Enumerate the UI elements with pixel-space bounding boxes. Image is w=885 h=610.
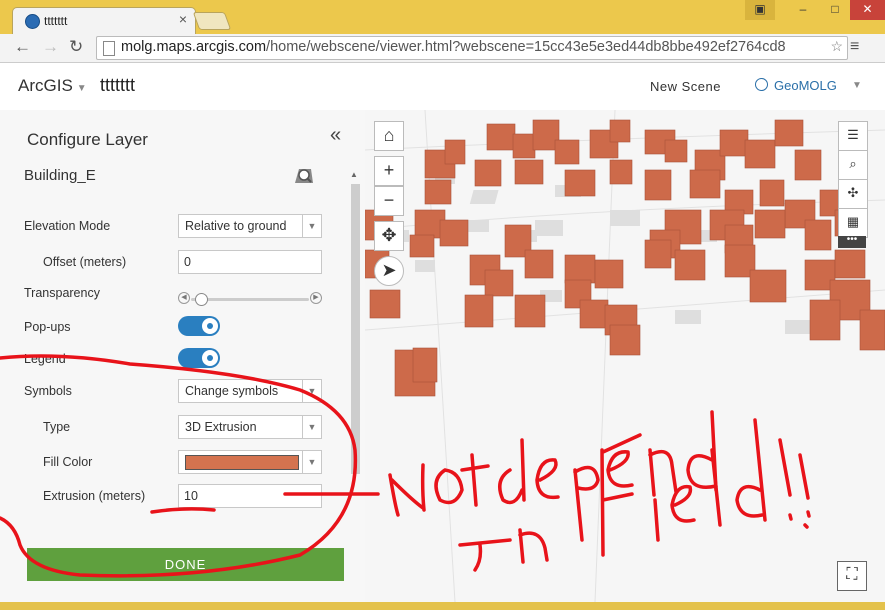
zoom-to-layer-icon[interactable] [293, 165, 315, 185]
popups-label: Pop-ups [24, 320, 71, 334]
fill-color-swatch [185, 455, 299, 470]
offset-value: 0 [184, 255, 191, 269]
arcgis-brand-menu[interactable]: ArcGIS ▼ [18, 76, 87, 96]
fill-color-label: Fill Color [43, 455, 93, 469]
url-path: /home/webscene/viewer.html?webscene=15cc… [266, 39, 786, 55]
bookmark-star-icon[interactable]: ☆ [830, 38, 843, 55]
scene-title: ttttttt [100, 75, 136, 95]
chevron-down-icon: ▼ [302, 416, 321, 438]
symbols-value: Change symbols [185, 384, 279, 398]
tab-title: ttttttt [44, 14, 68, 28]
symbols-label: Symbols [24, 384, 72, 398]
slider-track[interactable] [191, 298, 309, 301]
increase-icon[interactable]: ▶ [310, 292, 322, 304]
user-menu[interactable]: GeoMOLG [755, 78, 837, 93]
type-value: 3D Extrusion [185, 420, 257, 434]
legend-label: Legend [24, 352, 66, 366]
more-tools-icon[interactable]: ••• [838, 235, 866, 248]
offset-input[interactable]: 0 [178, 250, 322, 274]
address-bar[interactable]: molg.maps.arcgis.com/home/webscene/viewe… [96, 36, 848, 60]
decrease-icon[interactable]: ◀ [178, 292, 190, 304]
browser-toolbar: ← → ↻ molg.maps.arcgis.com/home/webscene… [0, 34, 885, 63]
compass-button[interactable]: ➤ [374, 256, 404, 286]
home-button[interactable]: ⌂ [374, 121, 404, 151]
done-button[interactable]: DONE [27, 548, 344, 581]
window-frame-bottom [0, 602, 885, 610]
chevron-down-icon: ▼ [302, 215, 321, 237]
chevron-down-icon[interactable]: ▼ [852, 80, 862, 91]
legend-toggle[interactable] [178, 348, 220, 368]
user-name: GeoMOLG [774, 78, 837, 93]
chevron-down-icon: ▼ [302, 451, 321, 473]
close-window-button[interactable]: ✕ [850, 0, 885, 20]
panel-title: Configure Layer [27, 130, 148, 149]
type-select[interactable]: 3D Extrusion ▼ [178, 415, 322, 439]
url-text[interactable]: molg.maps.arcgis.com/home/webscene/viewe… [121, 39, 807, 55]
scene-view-map[interactable] [365, 110, 885, 602]
scene-canvas[interactable] [365, 110, 885, 602]
url-host: molg.maps.arcgis.com [121, 39, 267, 55]
maximize-button[interactable]: □ [818, 0, 852, 20]
collapse-panel-icon[interactable]: « [330, 124, 341, 147]
elevation-mode-select[interactable]: Relative to ground ▼ [178, 214, 322, 238]
toggle-dot [207, 323, 213, 329]
new-tab-button[interactable] [192, 12, 232, 30]
browser-titlebar: ttttttt × ▣ – □ ✕ [0, 0, 885, 35]
zoom-out-button[interactable]: − [374, 186, 404, 216]
offset-label: Offset (meters) [43, 255, 127, 269]
zoom-in-button[interactable]: + [374, 156, 404, 186]
extrusion-label: Extrusion (meters) [43, 489, 146, 503]
fullscreen-icon[interactable]: ⛶ [837, 561, 867, 591]
transparency-label: Transparency [24, 286, 100, 300]
page-icon [103, 41, 115, 56]
scroll-thumb[interactable] [351, 184, 360, 474]
extrusion-value: 10 [184, 489, 198, 503]
extrusion-input[interactable]: 10 [178, 484, 322, 508]
browser-tab[interactable]: ttttttt × [12, 7, 196, 35]
close-tab-icon[interactable]: × [179, 11, 187, 27]
symbols-select[interactable]: Change symbols ▼ [178, 379, 322, 403]
user-profile-icon[interactable]: ▣ [745, 0, 775, 20]
chevron-down-icon: ▼ [302, 380, 321, 402]
popups-toggle[interactable] [178, 316, 220, 336]
new-scene-button[interactable]: New Scene [650, 79, 721, 94]
forward-icon[interactable]: → [42, 38, 59, 56]
layer-name: Building_E [24, 167, 96, 184]
panel-scrollbar[interactable]: ▲ [350, 170, 360, 602]
menu-icon[interactable]: ≡ [850, 38, 859, 56]
measure-icon[interactable]: ✣ [838, 179, 868, 209]
globe-icon [755, 78, 768, 91]
reload-icon[interactable]: ↻ [69, 38, 83, 56]
search-icon[interactable]: ⌕ [838, 150, 868, 180]
brand-label: ArcGIS [18, 76, 73, 95]
type-label: Type [43, 420, 71, 434]
back-icon[interactable]: ← [14, 38, 31, 56]
transparency-slider[interactable]: ◀ ▶ [178, 292, 323, 306]
chevron-down-icon: ▼ [76, 83, 87, 94]
scroll-up-icon[interactable]: ▲ [350, 170, 358, 179]
fill-color-picker[interactable]: ▼ [178, 450, 322, 474]
minimize-button[interactable]: – [786, 0, 820, 20]
elevation-mode-value: Relative to ground [185, 219, 287, 233]
pan-button[interactable]: ✥ [374, 221, 404, 251]
slider-thumb[interactable] [194, 293, 208, 306]
layers-icon[interactable]: ☰ [838, 121, 868, 151]
configure-layer-panel: Configure Layer « Building_E ▲ Elevation… [0, 110, 366, 602]
app-header: ArcGIS ▼ ttttttt New Scene GeoMOLG ▼ [0, 63, 885, 111]
toggle-dot [207, 355, 213, 361]
globe-favicon-icon [25, 14, 40, 29]
elevation-mode-label: Elevation Mode [24, 219, 111, 233]
